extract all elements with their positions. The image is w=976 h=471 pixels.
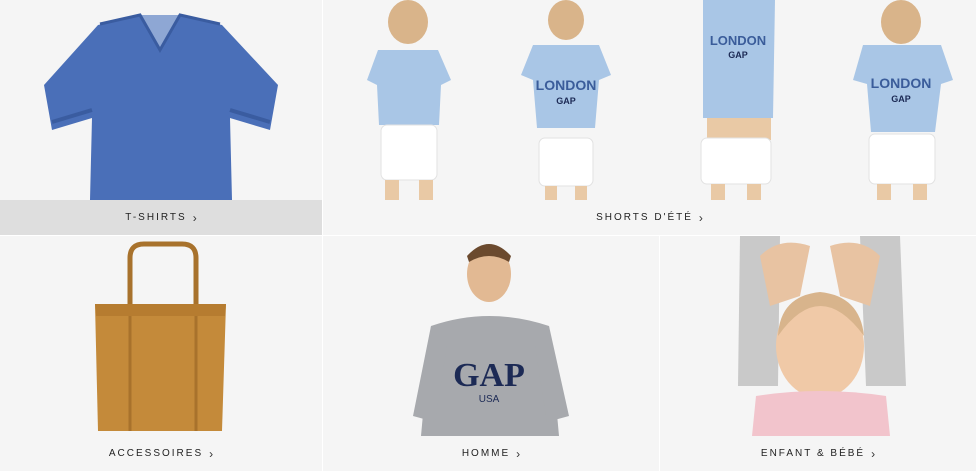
girl-arms-up-illustration xyxy=(738,236,906,436)
shorts-image: LONDON GAP LONDON GAP LONDON GAP xyxy=(323,0,976,200)
gap-print-back: GAP xyxy=(728,50,748,60)
tan-tote-bag-illustration xyxy=(95,241,226,431)
chevron-right-icon: › xyxy=(871,446,876,461)
enfant-label[interactable]: ENFANT & BÉBÉ › xyxy=(660,436,976,471)
chevron-right-icon: › xyxy=(192,210,197,225)
london-print: LONDON xyxy=(536,77,597,93)
chevron-right-icon: › xyxy=(516,446,521,461)
category-tile-accessoires[interactable]: ACCESSOIRES › xyxy=(0,236,322,471)
blue-v-neck-tshirt-illustration xyxy=(44,13,278,200)
model-light-blue-tee-illustration: LONDON GAP LONDON GAP LONDON GAP xyxy=(367,0,953,200)
man-gap-sweatshirt-illustration: GAP USA xyxy=(413,244,569,436)
homme-label[interactable]: HOMME › xyxy=(323,436,659,471)
accessoires-label[interactable]: ACCESSOIRES › xyxy=(0,436,322,471)
homme-image: GAP USA xyxy=(323,236,659,436)
chevron-right-icon: › xyxy=(698,210,703,225)
gap-sweat-print: GAP xyxy=(453,357,525,394)
homme-label-text: HOMME xyxy=(461,448,511,459)
gap-print-4: GAP xyxy=(891,94,911,104)
enfant-label-text: ENFANT & BÉBÉ xyxy=(760,448,866,459)
category-tile-enfant-bebe[interactable]: ENFANT & BÉBÉ › xyxy=(660,236,976,471)
shorts-label[interactable]: SHORTS D'ÉTÉ › xyxy=(323,200,976,235)
gap-print: GAP xyxy=(556,96,576,106)
category-tile-tshirts[interactable]: T-SHIRTS › xyxy=(0,0,322,235)
enfant-image xyxy=(660,236,976,436)
tshirt-image xyxy=(0,0,322,200)
accessoires-image xyxy=(0,236,322,436)
accessoires-label-text: ACCESSOIRES xyxy=(108,448,204,459)
london-print-4: LONDON xyxy=(871,75,932,91)
chevron-right-icon: › xyxy=(209,446,214,461)
category-tile-homme[interactable]: GAP USA HOMME › xyxy=(323,236,659,471)
shorts-label-text: SHORTS D'ÉTÉ xyxy=(596,212,693,223)
tshirts-label[interactable]: T-SHIRTS › xyxy=(0,200,322,235)
tshirts-label-text: T-SHIRTS xyxy=(125,212,187,223)
london-print-back: LONDON xyxy=(710,33,766,48)
category-tile-shorts[interactable]: LONDON GAP LONDON GAP LONDON GAP SHORTS … xyxy=(323,0,976,235)
usa-sweat-print: USA xyxy=(479,394,500,405)
